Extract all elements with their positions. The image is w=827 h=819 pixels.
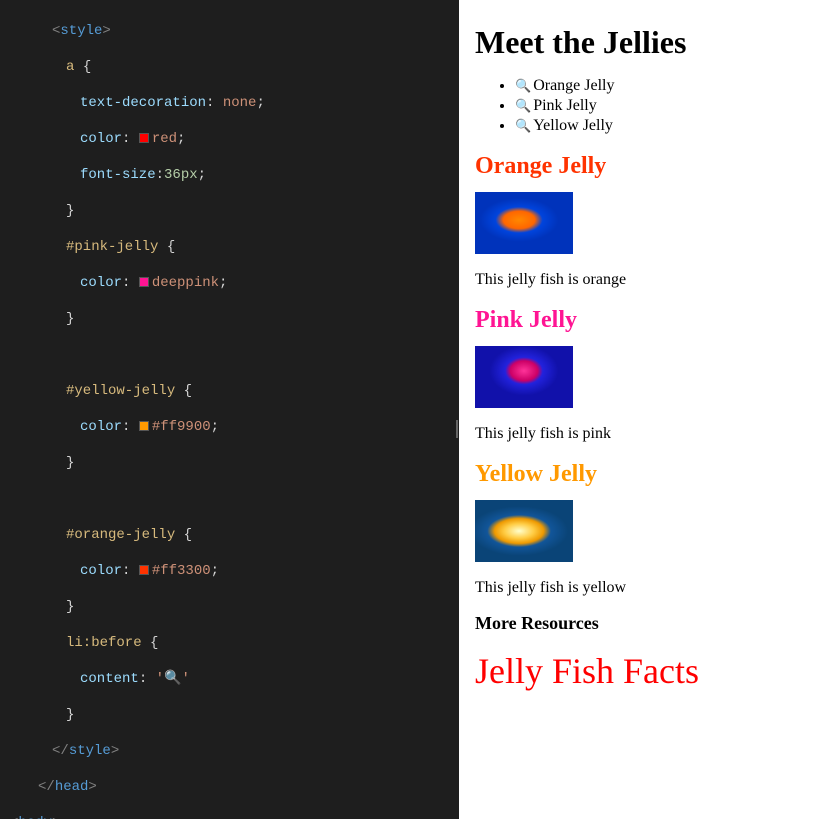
css-val: #ff3300 bbox=[152, 563, 211, 579]
css-prop: color bbox=[80, 275, 122, 291]
list-item: Pink Jelly bbox=[515, 97, 811, 115]
css-selector: #orange-jelly bbox=[66, 527, 175, 543]
css-prop: color bbox=[80, 419, 122, 435]
yellow-jelly-desc: This jelly fish is yellow bbox=[475, 579, 811, 597]
pink-jelly-heading: Pink Jelly bbox=[475, 307, 811, 334]
pink-jelly-desc: This jelly fish is pink bbox=[475, 425, 811, 443]
color-swatch-icon bbox=[139, 565, 149, 575]
css-selector: #pink-jelly bbox=[66, 239, 158, 255]
css-selector: a bbox=[66, 59, 74, 75]
orange-jelly-image bbox=[475, 192, 573, 254]
css-val: 36px bbox=[164, 167, 198, 183]
css-val: deeppink bbox=[152, 275, 219, 291]
css-val: none bbox=[223, 95, 257, 111]
yellow-jelly-image bbox=[475, 500, 573, 562]
orange-jelly-heading: Orange Jelly bbox=[475, 153, 811, 180]
yellow-jelly-heading: Yellow Jelly bbox=[475, 461, 811, 488]
css-prop: content bbox=[80, 671, 139, 687]
list-item: Orange Jelly bbox=[515, 77, 811, 95]
css-selector: #yellow-jelly bbox=[66, 383, 175, 399]
code-editor[interactable]: <style> a { text-decoration: none; color… bbox=[0, 0, 455, 819]
css-prop: font-size bbox=[80, 167, 156, 183]
pane-splitter[interactable] bbox=[455, 0, 459, 819]
pink-jelly-image bbox=[475, 346, 573, 408]
preview-pane: Meet the Jellies Orange Jelly Pink Jelly… bbox=[459, 0, 827, 819]
jelly-list: Orange Jelly Pink Jelly Yellow Jelly bbox=[475, 77, 811, 135]
color-swatch-icon bbox=[139, 421, 149, 431]
css-selector: li:before bbox=[66, 635, 142, 651]
css-val: '🔍' bbox=[156, 671, 190, 687]
list-item: Yellow Jelly bbox=[515, 117, 811, 135]
css-prop: color bbox=[80, 563, 122, 579]
jelly-facts-link[interactable]: Jelly Fish Facts bbox=[475, 651, 699, 691]
css-prop: color bbox=[80, 131, 122, 147]
color-swatch-icon bbox=[139, 133, 149, 143]
orange-jelly-desc: This jelly fish is orange bbox=[475, 271, 811, 289]
css-prop: text-decoration bbox=[80, 95, 206, 111]
css-val: #ff9900 bbox=[152, 419, 211, 435]
page-title: Meet the Jellies bbox=[475, 24, 811, 61]
color-swatch-icon bbox=[139, 277, 149, 287]
css-val: red bbox=[152, 131, 177, 147]
resources-heading: More Resources bbox=[475, 613, 811, 634]
